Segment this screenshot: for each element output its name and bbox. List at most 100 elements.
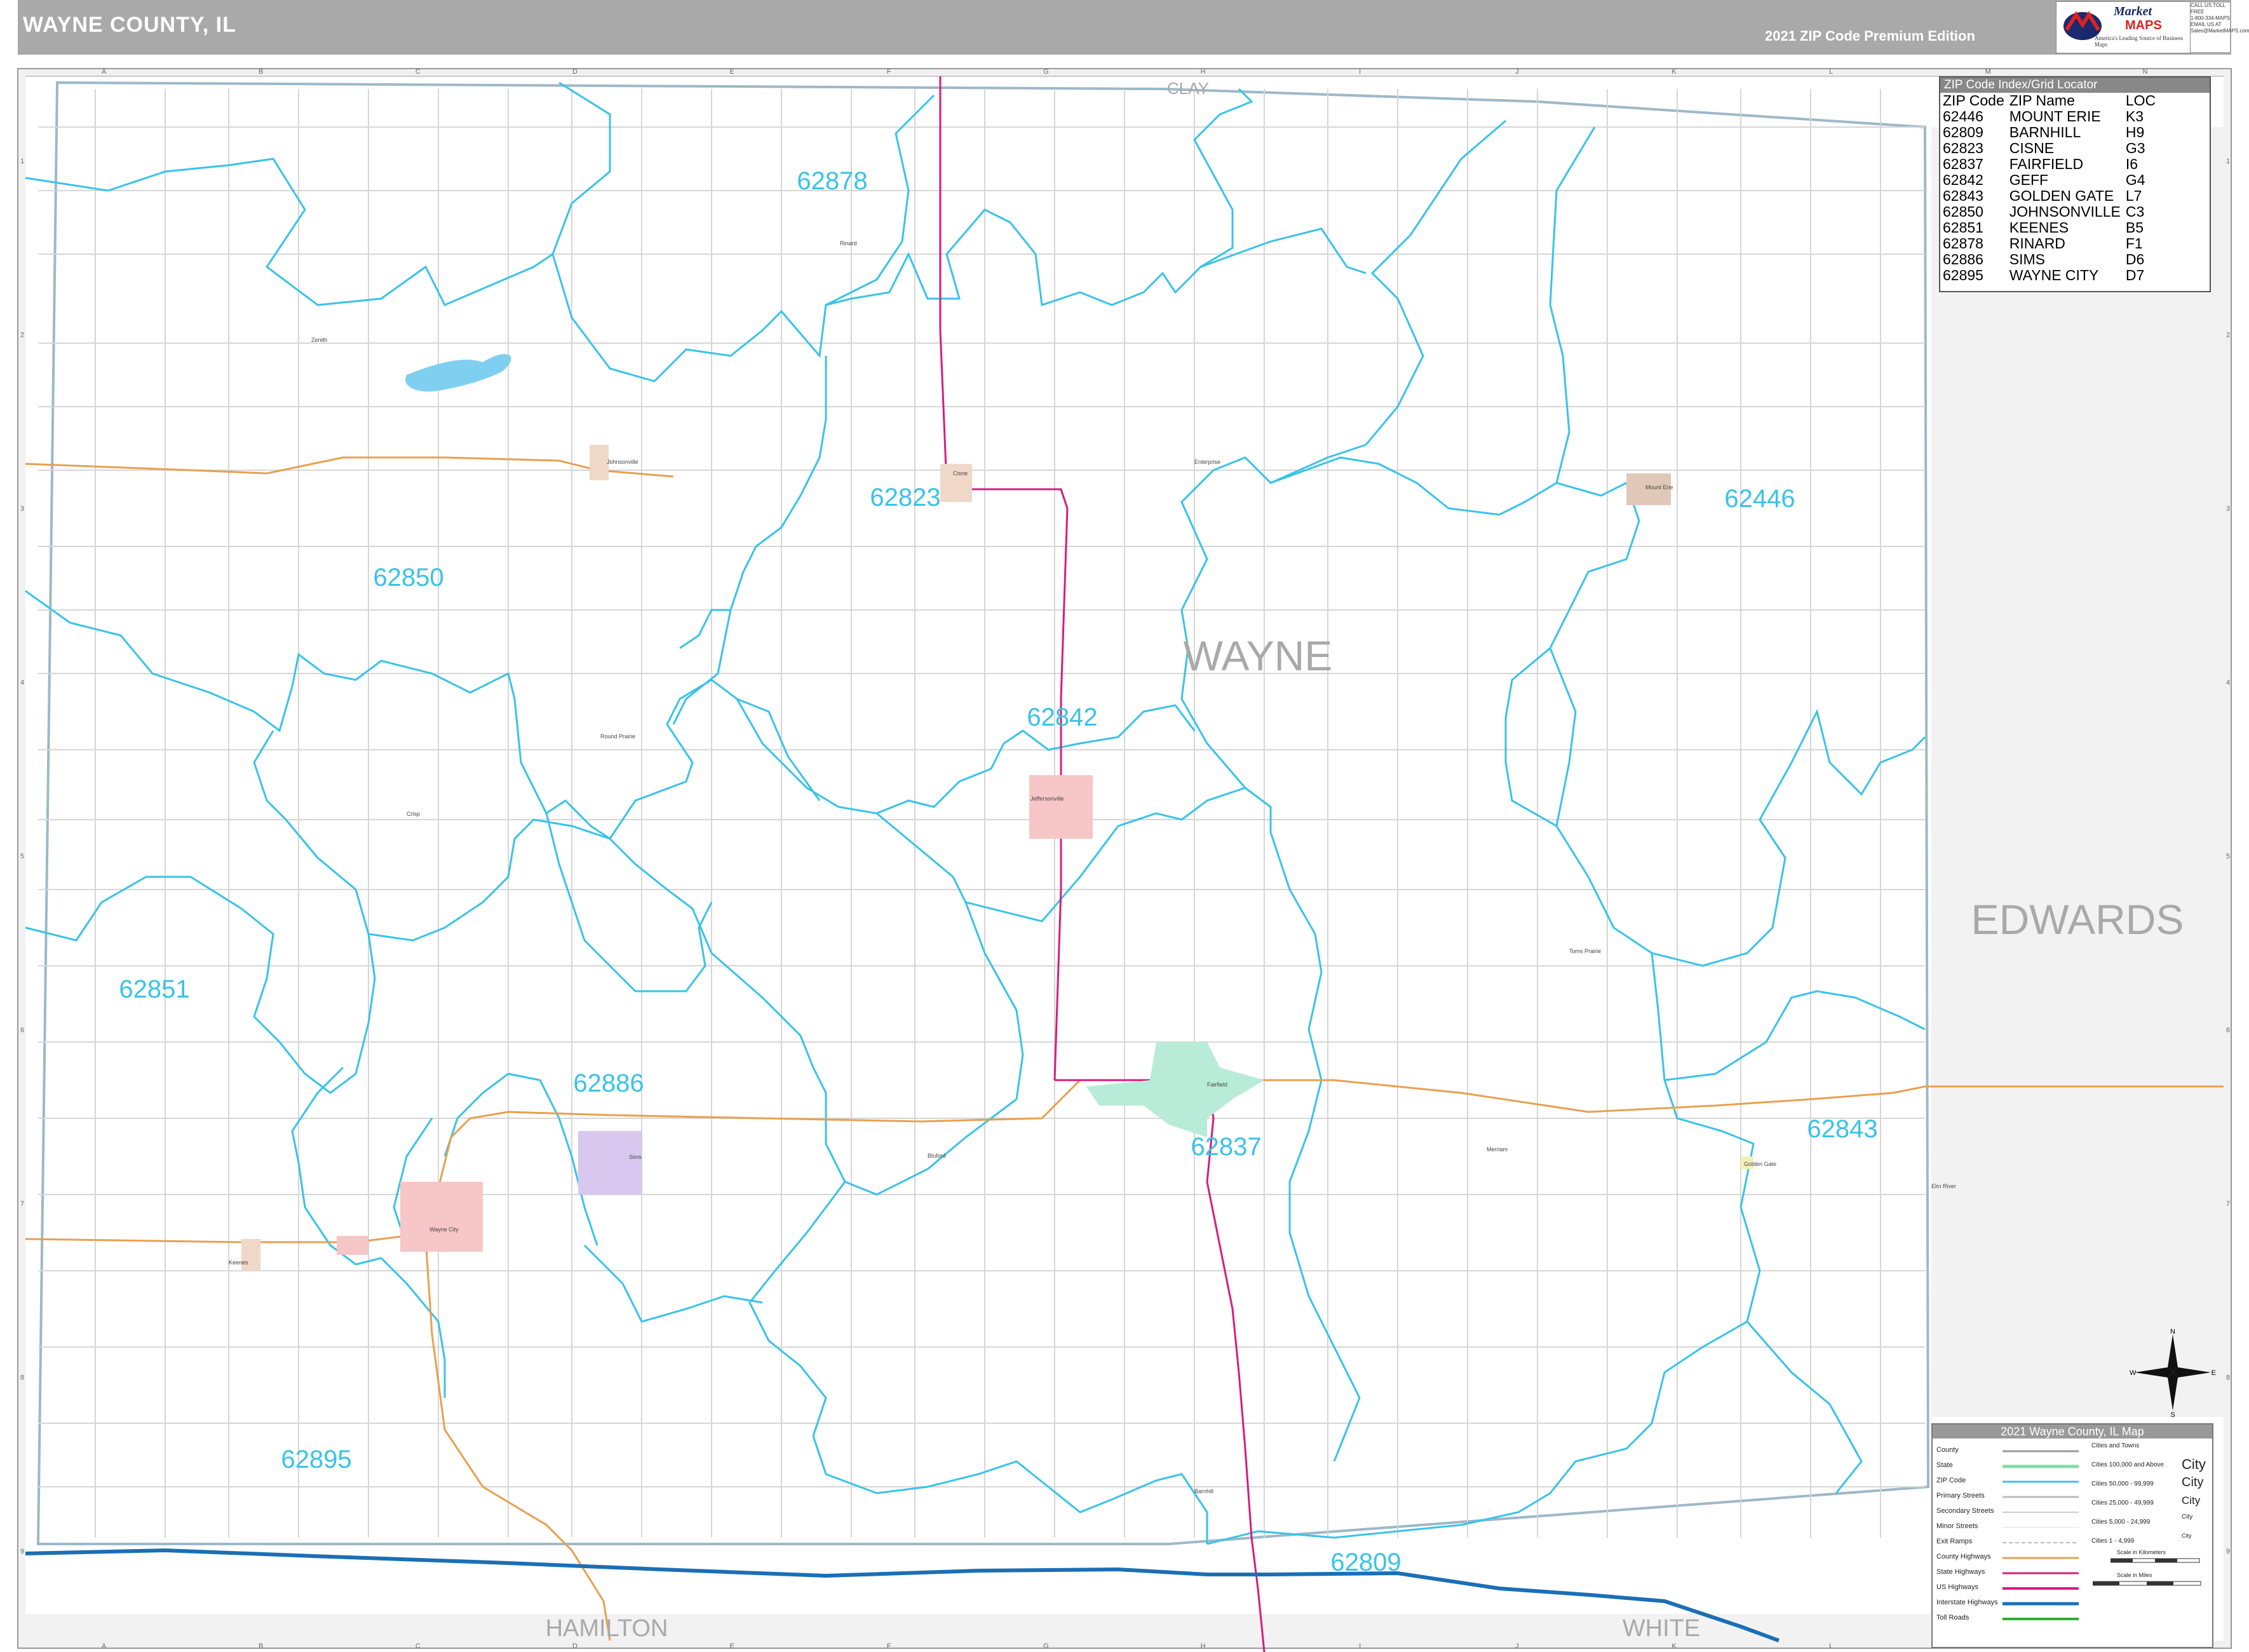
county-name-label: WAYNE	[1184, 632, 1333, 679]
town-label: Sims	[629, 1154, 642, 1160]
city-size-label: Cities and Towns	[2091, 1442, 2140, 1449]
city-size-sample: City	[2182, 1533, 2192, 1539]
zip-index-cell: 62823	[1943, 140, 1983, 156]
map-canvas[interactable]: AABBCCDDEEFFGGHHIIJJKKLLMMNN 11223344556…	[0, 0, 2249, 1652]
zip-index-table: ZIP Code Index/Grid Locator ZIP Code ZIP…	[1939, 76, 2211, 292]
zip-index-row: 62851 KEENES B5	[1943, 220, 2161, 236]
grid-column-label: G	[1043, 1642, 1049, 1650]
town-label: Merriam	[1487, 1146, 1508, 1153]
legend-item-label: State	[1936, 1461, 1953, 1469]
grid-row-label: 4	[20, 679, 24, 686]
town-label: Golden Gate	[1744, 1161, 1776, 1167]
grid-row-label: 6	[20, 1027, 24, 1034]
zip-index-cell: 62895	[1943, 267, 1983, 283]
city-size-label: Cities 50,000 - 99,999	[2091, 1480, 2154, 1487]
map-legend: 2021 Wayne County, IL Map County State ZIP…	[1931, 1423, 2213, 1648]
zip-index-row: 62843 GOLDEN GATE L7	[1943, 188, 2161, 204]
legend-swatch	[2002, 1512, 2079, 1513]
legend-item-label: Interstate Highways	[1936, 1599, 1998, 1606]
zip-index-cell: 62843	[1943, 187, 1983, 204]
grid-column-label: D	[572, 68, 577, 76]
edwards-county-area	[1931, 127, 2224, 1417]
compass-n: N	[2170, 1328, 2175, 1336]
town-label: Wayne City	[429, 1226, 459, 1233]
johnsonville-area	[590, 445, 609, 480]
zip-index-cell: MOUNT ERIE	[2009, 108, 2101, 125]
grid-row-label: 5	[20, 853, 24, 860]
zip-index-row: 62446 MOUNT ERIE K3	[1943, 109, 2161, 125]
legend-swatch	[2002, 1542, 2079, 1543]
wayne-city-west-area	[337, 1236, 368, 1255]
zip-index-row: 62837 FAIRFIELD I6	[1943, 156, 2161, 172]
legend-swatch	[2002, 1602, 2079, 1606]
zip-index-cell: WAYNE CITY	[2009, 267, 2099, 283]
city-size-sample: City	[2182, 1513, 2193, 1520]
grid-row-label: 3	[2226, 505, 2230, 513]
zip-label: 62850	[373, 564, 443, 592]
zip-index-row: 62809 BARNHILL H9	[1943, 125, 2161, 140]
zip-index-cell: C3	[2125, 203, 2145, 220]
town-label: Fairfield	[1207, 1081, 1227, 1088]
zip-label: 62886	[573, 1069, 644, 1097]
zip-index-grid: ZIP Code ZIP Name LOC 62446 MOUNT ERIE K3 6…	[1943, 93, 2161, 283]
grid-column-label: E	[729, 1642, 734, 1650]
grid-row-label: 6	[2226, 1027, 2230, 1034]
grid-column-label: A	[102, 1642, 107, 1650]
grid-row-label: 3	[20, 505, 24, 513]
zip-index-row: 62823 CISNE G3	[1943, 140, 2161, 156]
city-size-label: Cities 5,000 - 24,999	[2091, 1519, 2151, 1526]
compass-e: E	[2212, 1369, 2216, 1377]
grid-row-label: 9	[20, 1548, 24, 1555]
zip-index-cell: D6	[2125, 251, 2145, 267]
grid-column-label: B	[259, 1642, 263, 1650]
grid-row-label: 8	[20, 1374, 24, 1382]
zip-label: 62851	[119, 975, 189, 1003]
zip-label: 62842	[1027, 703, 1097, 731]
legend-swatch	[2002, 1587, 2079, 1590]
compass-s: S	[2170, 1411, 2175, 1417]
zip-label: 62843	[1807, 1115, 1877, 1143]
town-label: Crisp	[407, 811, 420, 817]
grid-row-label: 2	[2226, 331, 2230, 339]
town-label: Zenith	[311, 337, 327, 343]
legend-swatch	[2002, 1465, 2079, 1468]
legend-swatch	[2002, 1450, 2079, 1452]
grid-column-label: D	[572, 1642, 577, 1650]
neighbor-south-east-label: WHITE	[1623, 1615, 1700, 1642]
zip-index-cell: FAIRFIELD	[2009, 156, 2084, 172]
zip-index-row: 62850 JOHNSONVILLE C3	[1943, 204, 2161, 220]
grid-column-label: M	[1985, 68, 1991, 76]
neighbor-east-label: EDWARDS	[1971, 896, 2184, 943]
legend-item-label: US Highways	[1936, 1583, 1979, 1591]
grid-column-label: H	[1201, 68, 1206, 76]
zip-index-cell: GOLDEN GATE	[2009, 187, 2114, 204]
town-label: Jeffersonville	[1030, 796, 1064, 802]
legend-item-label: Toll Roads	[1936, 1614, 1969, 1622]
zip-index-cell: 62837	[1943, 156, 1983, 172]
legend-swatch	[2002, 1527, 2079, 1528]
cisne-area	[940, 464, 972, 502]
zip-index-cell: KEENES	[2009, 219, 2069, 236]
grid-column-label: C	[415, 1642, 421, 1650]
zip-index-cell: 62878	[1943, 235, 1983, 252]
neighbor-north-label: CLAY	[1167, 79, 1209, 98]
legend-item-label: ZIP Code	[1936, 1477, 1966, 1484]
city-size-sample: City	[2182, 1456, 2206, 1472]
grid-column-label: J	[1515, 68, 1519, 76]
zip-index-row: 62895 WAYNE CITY D7	[1943, 267, 2161, 283]
city-size-label: Cities 100,000 and Above	[2091, 1461, 2164, 1468]
grid-row-label: 7	[2226, 1200, 2230, 1208]
town-label: Round Prairie	[600, 733, 635, 740]
zip-index-cell: K3	[2125, 108, 2144, 125]
grid-column-label: I	[1359, 1642, 1361, 1650]
town-label: Bluford	[928, 1153, 946, 1159]
legend-item-label: Minor Streets	[1936, 1522, 1978, 1530]
legend-item-label: Secondary Streets	[1936, 1507, 1994, 1515]
zip-label: 62823	[870, 484, 940, 511]
zip-index-cell: G4	[2125, 172, 2145, 188]
grid-row-label: 2	[20, 331, 24, 339]
city-size-label: Cities 1 - 4,999	[2091, 1538, 2135, 1545]
town-label: Keenes	[229, 1259, 248, 1266]
town-label: Mount Erie	[1645, 484, 1673, 491]
town-label: Enterprise	[1194, 459, 1220, 465]
